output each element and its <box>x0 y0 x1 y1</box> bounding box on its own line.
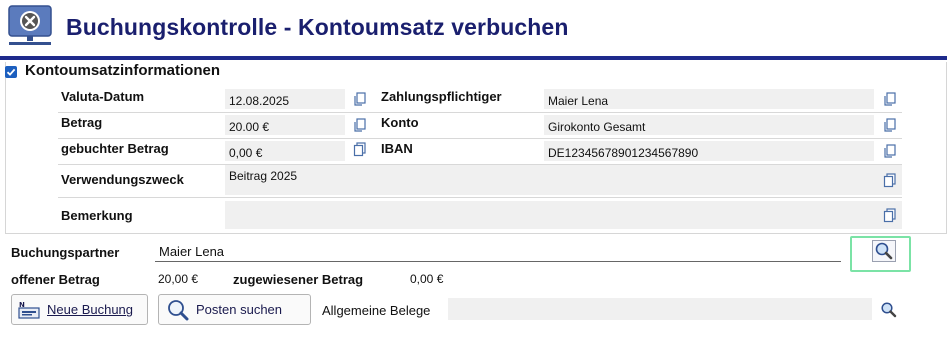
zahlungspflichtiger-value: Maier Lena <box>544 89 874 109</box>
section-title: Kontoumsatzinformationen <box>25 62 224 79</box>
row-divider <box>58 197 902 198</box>
zugewiesener-betrag-value: 0,00 € <box>410 272 444 286</box>
partner-lookup-button[interactable] <box>872 240 896 262</box>
konto-value: Girokonto Gesamt <box>544 115 874 135</box>
neue-buchung-label: Neue Buchung <box>47 302 134 317</box>
copy-icon[interactable] <box>882 207 898 223</box>
row-divider <box>58 138 902 139</box>
konto-label: Konto <box>381 115 419 130</box>
new-booking-icon: N <box>18 301 40 319</box>
buchungspartner-label: Buchungspartner <box>11 245 120 260</box>
copy-icon[interactable] <box>352 141 368 157</box>
row-divider <box>58 112 902 113</box>
checkmark-icon <box>6 68 16 76</box>
title-divider <box>0 56 947 60</box>
zahlungspflichtiger-label: Zahlungspflichtiger <box>381 89 502 104</box>
copy-icon[interactable] <box>352 117 368 133</box>
verwendungszweck-value: Beitrag 2025 <box>225 165 902 195</box>
page-title: Buchungskontrolle - Kontoumsatz verbuche… <box>66 14 569 40</box>
betrag-value: 20.00 € <box>225 115 345 135</box>
monitor-error-icon <box>8 5 52 45</box>
offener-betrag-label: offener Betrag <box>11 272 100 287</box>
magnifier-icon[interactable] <box>880 301 898 319</box>
valuta-datum-value: 12.08.2025 <box>225 89 345 109</box>
magnifier-icon <box>168 299 189 320</box>
bemerkung-label: Bemerkung <box>61 208 133 223</box>
allgemeine-belege-label: Allgemeine Belege <box>322 303 431 318</box>
gebuchter-betrag-label: gebuchter Betrag <box>61 141 169 156</box>
copy-icon[interactable] <box>882 172 898 188</box>
valuta-datum-label: Valuta-Datum <box>61 89 145 104</box>
offener-betrag-value: 20,00 € <box>158 272 199 286</box>
iban-label: IBAN <box>381 141 413 156</box>
copy-icon[interactable] <box>882 143 898 159</box>
copy-icon[interactable] <box>882 117 898 133</box>
iban-value: DE12345678901234567890 <box>544 141 874 161</box>
verwendungszweck-label: Verwendungszweck <box>61 172 184 187</box>
svg-text:N: N <box>19 301 25 309</box>
allgemeine-belege-input[interactable] <box>448 298 872 320</box>
gebuchter-betrag-value: 0,00 € <box>225 141 345 161</box>
section-toggle-checkbox[interactable] <box>5 66 17 78</box>
buchungspartner-input[interactable]: Maier Lena <box>155 241 841 262</box>
copy-icon[interactable] <box>352 91 368 107</box>
magnifier-icon <box>875 242 893 260</box>
posten-suchen-label: Posten suchen <box>196 302 283 317</box>
neue-buchung-button[interactable]: N Neue Buchung <box>11 294 148 325</box>
betrag-label: Betrag <box>61 115 103 130</box>
posten-suchen-button[interactable]: Posten suchen <box>158 294 311 325</box>
bemerkung-value <box>225 201 902 229</box>
copy-icon[interactable] <box>882 91 898 107</box>
zugewiesener-betrag-label: zugewiesener Betrag <box>233 272 364 287</box>
